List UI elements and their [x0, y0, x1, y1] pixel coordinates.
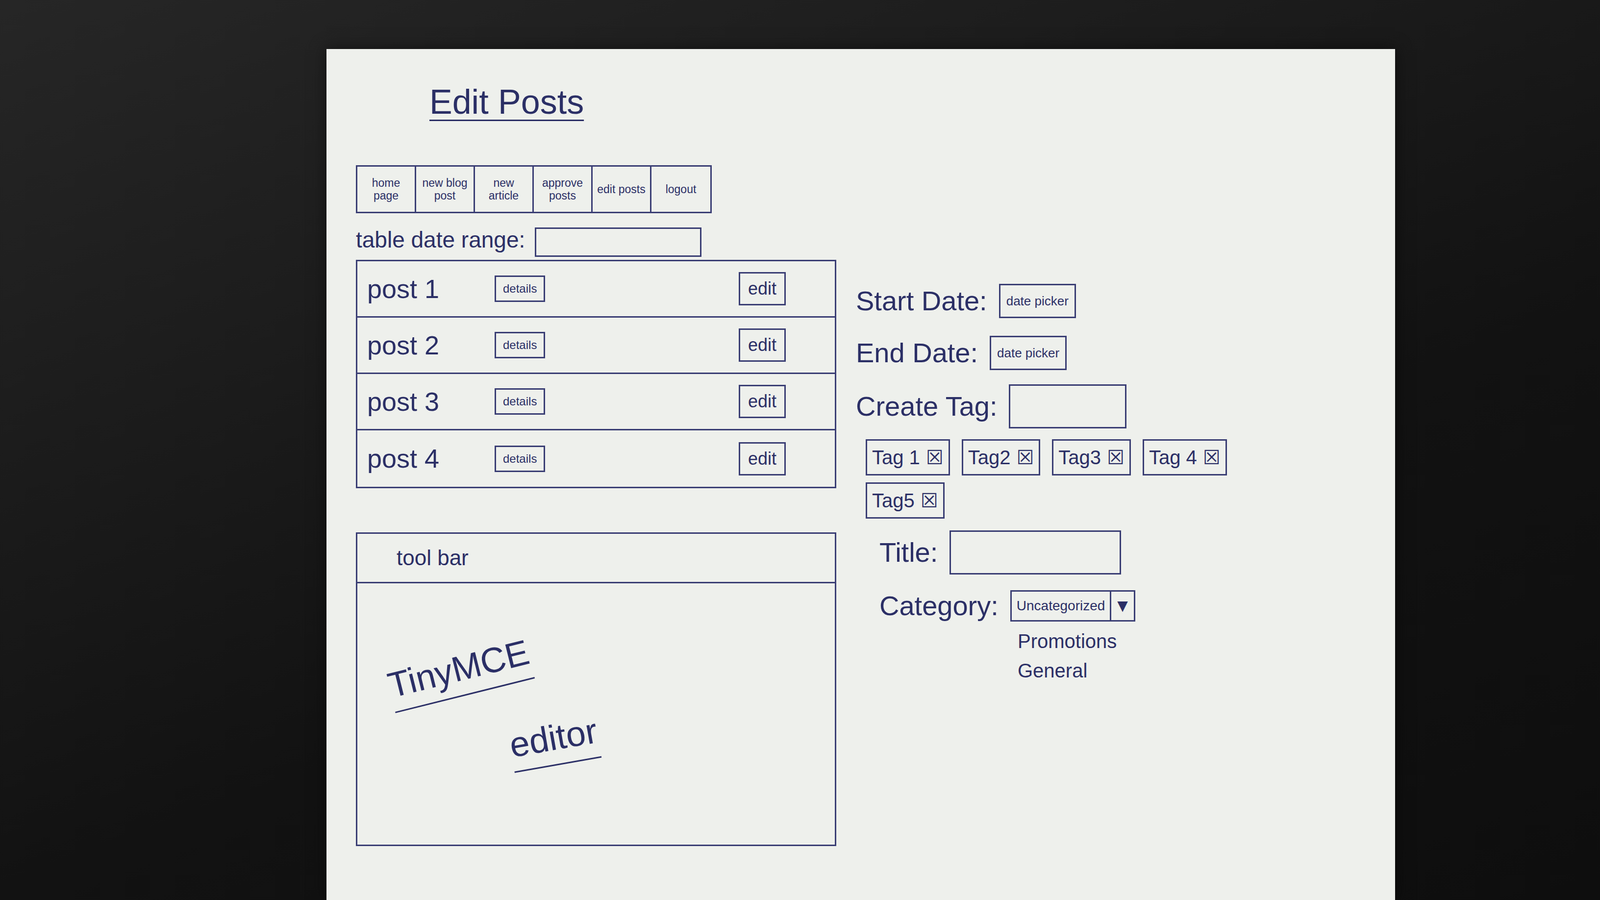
nav-bar: home pagenew blog postnew articleapprove…	[355, 165, 712, 214]
post-name: post 2	[367, 325, 495, 366]
rich-text-editor[interactable]: tool barTinyMCEeditor	[355, 532, 837, 847]
editor-body[interactable]: TinyMCEeditor	[357, 583, 835, 786]
table-row: post 1details edit	[357, 261, 835, 318]
table-row: post 4details edit	[357, 430, 835, 487]
remove-tag-icon[interactable]: ☒	[1202, 442, 1221, 473]
nav-tab[interactable]: logout	[651, 166, 711, 212]
remove-tag-icon[interactable]: ☒	[1016, 442, 1034, 473]
nav-tab[interactable]: edit posts	[592, 166, 652, 212]
editor-label: editor	[505, 703, 602, 774]
post-name: post 4	[367, 438, 495, 479]
form-row: Create Tag:	[855, 384, 1258, 429]
date-range: table date range:	[355, 223, 837, 257]
page-body: home pagenew blog postnew articleapprove…	[355, 165, 1366, 847]
field-label: Start Date:	[855, 280, 988, 322]
edit-button[interactable]: edit	[738, 442, 786, 476]
editor-label: TinyMCE	[382, 625, 535, 714]
left-column: home pagenew blog postnew articleapprove…	[355, 165, 837, 847]
dropdown-arrow-icon[interactable]: ▼	[1111, 591, 1134, 621]
form-row: Category: Uncategorized▼	[879, 585, 1258, 627]
edit-button[interactable]: edit	[738, 272, 786, 306]
tag-list: Tag 1☒Tag2☒Tag3☒Tag 4☒Tag5☒	[865, 439, 1258, 519]
field-label: Title:	[879, 531, 938, 574]
nav-tab[interactable]: approve posts	[533, 166, 593, 212]
nav-tab[interactable]: new article	[475, 166, 534, 212]
post-name: post 3	[367, 381, 495, 422]
field-label: Create Tag:	[855, 385, 998, 427]
remove-tag-icon[interactable]: ☒	[1106, 442, 1125, 473]
date-range-input[interactable]	[534, 227, 702, 257]
tag-label: Tag2	[968, 442, 1011, 473]
remove-tag-icon[interactable]: ☒	[925, 442, 944, 473]
tag-chip: Tag 4☒	[1142, 439, 1227, 476]
category-options: PromotionsGeneral	[1017, 626, 1258, 686]
page-title: Edit Posts	[429, 83, 1366, 122]
category-value: Uncategorized	[1011, 591, 1112, 621]
details-button[interactable]: details	[494, 331, 546, 359]
category-option[interactable]: Promotions	[1017, 626, 1258, 656]
nav-tab[interactable]: new blog post	[416, 166, 475, 212]
tag-label: Tag 1	[872, 442, 921, 473]
post-name: post 1	[367, 269, 495, 309]
title-input[interactable]	[949, 530, 1122, 575]
field-label: End Date:	[855, 332, 978, 374]
tag-chip: Tag3☒	[1051, 439, 1131, 476]
table-row: post 3details edit	[357, 374, 835, 431]
tag-chip: Tag 1☒	[865, 439, 950, 476]
remove-tag-icon[interactable]: ☒	[920, 485, 939, 516]
category-option[interactable]: General	[1017, 655, 1258, 686]
right-column: Start Date:date pickerEnd Date:date pick…	[855, 280, 1258, 686]
category-select[interactable]: Uncategorized▼	[1010, 590, 1136, 622]
tag-label: Tag 4	[1149, 442, 1198, 473]
form-row: End Date: date picker	[855, 332, 1258, 374]
details-button[interactable]: details	[494, 275, 546, 302]
form-row: Start Date: date picker	[855, 280, 1258, 322]
paper-sheet: Edit Posts home pagenew blog postnew arti…	[326, 49, 1396, 900]
edit-button[interactable]: edit	[738, 384, 786, 419]
date-range-label: table date range:	[355, 223, 525, 257]
tag-label: Tag3	[1058, 442, 1101, 473]
background: Edit Posts home pagenew blog postnew arti…	[0, 0, 1600, 900]
tag-input[interactable]	[1008, 384, 1127, 429]
details-button[interactable]: details	[494, 445, 546, 473]
tag-chip: Tag2☒	[961, 439, 1041, 476]
details-button[interactable]: details	[494, 388, 546, 415]
posts-table: post 1detailseditpost 2detailseditpost 3…	[355, 259, 837, 489]
date-picker[interactable]: date picker	[989, 335, 1067, 371]
date-picker[interactable]: date picker	[999, 283, 1076, 319]
field-label: Category:	[879, 585, 999, 627]
edit-button[interactable]: edit	[738, 328, 786, 362]
tag-chip: Tag5☒	[865, 482, 945, 519]
nav-tab[interactable]: home page	[357, 166, 417, 212]
tag-label: Tag5	[872, 485, 915, 516]
editor-toolbar: tool bar	[357, 533, 835, 584]
form-row: Title:	[879, 530, 1258, 575]
table-row: post 2details edit	[357, 317, 835, 375]
